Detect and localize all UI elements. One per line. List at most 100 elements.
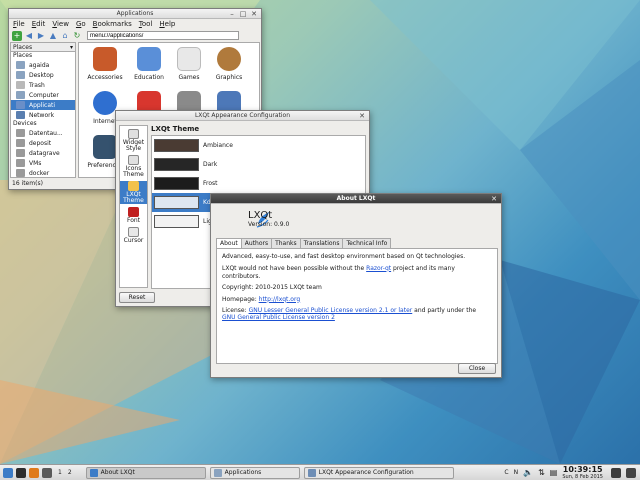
file-item-graphics[interactable]: Graphics bbox=[209, 47, 249, 81]
tab-translations[interactable]: Translations bbox=[299, 238, 344, 248]
sidebar-item-computer[interactable]: Computer bbox=[11, 90, 75, 100]
sidebar-item-label: Network bbox=[29, 111, 55, 119]
category-cursor[interactable]: Cursor bbox=[120, 227, 147, 244]
razor-qt-link[interactable]: Razor-qt bbox=[366, 265, 391, 272]
file-manager-titlebar[interactable]: Applications – □ ✕ bbox=[9, 9, 261, 19]
home-icon bbox=[16, 61, 25, 69]
devices-group-label: Devices bbox=[13, 120, 37, 127]
battery-icon[interactable] bbox=[611, 467, 621, 478]
tray-indicator-c[interactable]: C bbox=[504, 469, 508, 476]
sidebar-item-trash[interactable]: Trash bbox=[11, 80, 75, 90]
terminal-icon[interactable] bbox=[42, 467, 52, 478]
folder-icon bbox=[213, 468, 222, 477]
lgpl-link[interactable]: GNU Lesser General Public License versio… bbox=[249, 307, 413, 314]
menu-view[interactable]: View bbox=[52, 19, 69, 29]
network-icon bbox=[16, 111, 25, 119]
clipboard-icon[interactable]: ▤ bbox=[550, 468, 558, 477]
credits-text: LXQt would not have been possible withou… bbox=[222, 265, 492, 281]
category-label: LXQt Theme bbox=[123, 191, 144, 204]
about-dialog: About LXQt ✕ LXQt Version: 0.9.0 About A… bbox=[210, 193, 502, 378]
gpl-link[interactable]: GNU General Public License version 2 bbox=[222, 314, 335, 321]
task-appearance-config[interactable]: LXQt Appearance Configuration bbox=[303, 466, 454, 479]
menu-go[interactable]: Go bbox=[76, 19, 86, 29]
tray-indicator-n[interactable]: N bbox=[514, 469, 519, 476]
sidebar-item-device[interactable]: docker bbox=[11, 168, 75, 178]
tab-authors[interactable]: Authors bbox=[240, 238, 273, 248]
category-icons-theme[interactable]: Icons Theme bbox=[120, 155, 147, 178]
sidebar-item-label: docker bbox=[29, 169, 50, 177]
sidebar-item-device[interactable]: Datentau... bbox=[11, 128, 75, 138]
sidebar-item-network[interactable]: Network bbox=[11, 110, 75, 120]
tools-icon[interactable] bbox=[29, 467, 39, 478]
places-header-label: Places bbox=[13, 44, 33, 51]
file-item-education[interactable]: Education bbox=[129, 47, 169, 81]
description-text: Advanced, easy-to-use, and fast desktop … bbox=[222, 253, 466, 260]
main-menu-icon[interactable] bbox=[3, 467, 13, 478]
task-applications[interactable]: Applications bbox=[209, 466, 300, 479]
menu-help[interactable]: Help bbox=[159, 19, 175, 29]
about-tab-panel: Advanced, easy-to-use, and fast desktop … bbox=[216, 248, 498, 364]
sidebar-item-device[interactable]: datagrave bbox=[11, 148, 75, 158]
chevron-down-icon[interactable]: ▾ bbox=[70, 43, 73, 52]
path-input[interactable] bbox=[87, 31, 239, 40]
up-icon[interactable]: ▲ bbox=[48, 31, 58, 41]
menu-edit[interactable]: Edit bbox=[32, 19, 46, 29]
desktop-icon bbox=[16, 71, 25, 79]
taskbar: 1 2 About LXQt Applications LXQt Appeara… bbox=[0, 464, 640, 480]
appearance-titlebar[interactable]: LXQt Appearance Configuration ✕ bbox=[116, 111, 369, 121]
applications-icon bbox=[16, 101, 25, 109]
places-pane-header[interactable]: Places ▾ bbox=[11, 43, 75, 52]
tab-technical-info[interactable]: Technical Info bbox=[342, 238, 392, 248]
minimize-icon[interactable]: – bbox=[228, 10, 236, 18]
forward-icon[interactable]: ▶ bbox=[36, 31, 46, 41]
home-icon[interactable]: ⌂ bbox=[60, 31, 70, 41]
theme-item-frost[interactable]: Frost bbox=[152, 174, 365, 193]
show-desktop-icon[interactable] bbox=[16, 467, 26, 478]
back-icon[interactable]: ◀ bbox=[24, 31, 34, 41]
close-icon[interactable]: ✕ bbox=[358, 112, 366, 120]
sidebar-item-applications[interactable]: Applicati bbox=[11, 100, 75, 110]
window-title: LXQt Appearance Configuration bbox=[194, 112, 291, 119]
computer-icon bbox=[16, 91, 25, 99]
about-titlebar[interactable]: About LXQt ✕ bbox=[211, 194, 501, 204]
sidebar-item-desktop[interactable]: Desktop bbox=[11, 70, 75, 80]
menu-tool[interactable]: Tool bbox=[139, 19, 153, 29]
category-font[interactable]: Font bbox=[120, 207, 147, 224]
network-icon[interactable]: ⇅ bbox=[538, 468, 545, 477]
theme-item-dark[interactable]: Dark bbox=[152, 155, 365, 174]
category-widget-style[interactable]: Widget Style bbox=[120, 129, 147, 152]
page-title: LXQt Theme bbox=[151, 125, 200, 133]
preferences-icon bbox=[93, 135, 117, 159]
lxqt-theme-icon bbox=[128, 181, 139, 191]
desktop-switch-1[interactable]: 1 bbox=[58, 469, 62, 476]
reset-button[interactable]: Reset bbox=[119, 292, 155, 303]
close-icon[interactable]: ✕ bbox=[490, 195, 498, 203]
homepage-link[interactable]: http://lxqt.org bbox=[259, 296, 301, 303]
power-icon[interactable] bbox=[626, 467, 636, 478]
sidebar-item-label: Desktop bbox=[29, 71, 54, 79]
task-about-lxqt[interactable]: About LXQt bbox=[85, 466, 206, 479]
task-label: About LXQt bbox=[100, 469, 135, 476]
sidebar-item-agaida[interactable]: agaida bbox=[11, 60, 75, 70]
volume-icon[interactable]: 🔈 bbox=[523, 468, 533, 477]
menu-file[interactable]: File bbox=[13, 19, 25, 29]
theme-item-ambiance[interactable]: Ambiance bbox=[152, 136, 365, 155]
desktop-switch-2[interactable]: 2 bbox=[68, 469, 72, 476]
close-icon[interactable]: ✕ bbox=[250, 10, 258, 18]
new-tab-icon[interactable]: + bbox=[12, 30, 22, 41]
menu-bookmarks[interactable]: Bookmarks bbox=[93, 19, 132, 29]
category-lxqt-theme[interactable]: LXQt Theme bbox=[120, 181, 147, 204]
window-title: About LXQt bbox=[336, 195, 376, 202]
file-item-accessories[interactable]: Accessories bbox=[85, 47, 125, 81]
tab-thanks[interactable]: Thanks bbox=[271, 238, 301, 248]
clock[interactable]: 10:39:15 Sun, 8 Feb 2015 bbox=[562, 465, 603, 480]
clock-date: Sun, 8 Feb 2015 bbox=[562, 473, 603, 480]
reload-icon[interactable]: ↻ bbox=[72, 31, 82, 41]
file-item-label: Games bbox=[178, 74, 200, 81]
close-button[interactable]: Close bbox=[458, 363, 496, 374]
file-item-games[interactable]: Games bbox=[169, 47, 209, 81]
sidebar-item-device[interactable]: VMs bbox=[11, 158, 75, 168]
maximize-icon[interactable]: □ bbox=[239, 10, 247, 18]
sidebar-item-device[interactable]: deposit bbox=[11, 138, 75, 148]
appearance-icon bbox=[307, 468, 316, 477]
